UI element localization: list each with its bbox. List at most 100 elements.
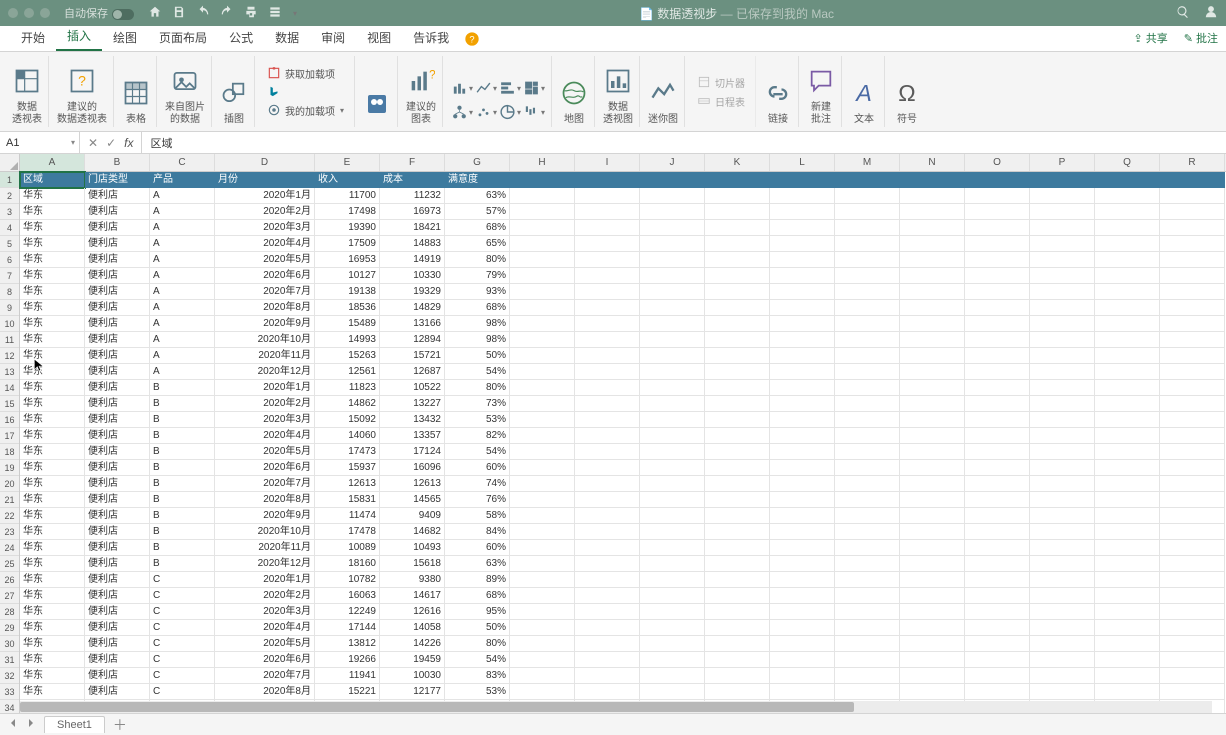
data-cell[interactable] [835,668,900,684]
data-cell[interactable]: 10030 [380,668,445,684]
data-cell[interactable]: 19329 [380,284,445,300]
data-cell[interactable] [640,284,705,300]
data-cell[interactable] [575,540,640,556]
data-cell[interactable]: 17498 [315,204,380,220]
data-cell[interactable]: B [150,412,215,428]
data-cell[interactable] [705,412,770,428]
data-cell[interactable] [575,268,640,284]
data-cell[interactable]: 2020年7月 [215,668,315,684]
data-cell[interactable]: 74% [445,476,510,492]
data-cell[interactable]: 12613 [315,476,380,492]
col-header[interactable]: E [315,154,380,171]
data-cell[interactable]: 58% [445,508,510,524]
data-cell[interactable] [510,236,575,252]
data-cell[interactable] [770,492,835,508]
data-cell[interactable] [1160,428,1225,444]
header-cell[interactable]: 成本 [380,172,445,188]
data-cell[interactable]: 华东 [20,556,85,572]
col-header[interactable]: Q [1095,154,1160,171]
data-cell[interactable] [835,236,900,252]
data-cell[interactable]: 华东 [20,604,85,620]
data-cell[interactable]: 华东 [20,380,85,396]
col-header[interactable]: B [85,154,150,171]
data-cell[interactable] [575,316,640,332]
data-cell[interactable] [1160,460,1225,476]
data-cell[interactable]: C [150,668,215,684]
data-cell[interactable] [770,220,835,236]
data-cell[interactable] [705,188,770,204]
data-cell[interactable]: 2020年3月 [215,604,315,620]
data-cell[interactable] [705,668,770,684]
data-cell[interactable] [1030,412,1095,428]
data-cell[interactable]: 便利店 [85,652,150,668]
data-cell[interactable]: 14565 [380,492,445,508]
data-cell[interactable]: 9380 [380,572,445,588]
data-cell[interactable] [835,444,900,460]
data-cell[interactable]: 2020年11月 [215,348,315,364]
data-cell[interactable] [705,364,770,380]
data-cell[interactable] [575,652,640,668]
data-cell[interactable]: 便利店 [85,284,150,300]
data-cell[interactable]: 65% [445,236,510,252]
data-cell[interactable] [705,316,770,332]
data-cell[interactable] [705,604,770,620]
data-cell[interactable] [705,204,770,220]
map-button[interactable]: 地图 [554,56,595,127]
header-cell[interactable] [1095,172,1160,188]
data-cell[interactable] [835,636,900,652]
data-cell[interactable] [835,252,900,268]
data-cell[interactable] [705,460,770,476]
data-cell[interactable] [510,220,575,236]
data-cell[interactable] [1030,668,1095,684]
data-cell[interactable] [835,556,900,572]
data-cell[interactable] [575,236,640,252]
data-cell[interactable]: 80% [445,380,510,396]
data-cell[interactable]: 13432 [380,412,445,428]
data-cell[interactable] [640,620,705,636]
data-cell[interactable] [1160,220,1225,236]
data-cell[interactable]: 12249 [315,604,380,620]
data-cell[interactable]: 10330 [380,268,445,284]
data-cell[interactable]: 2020年1月 [215,572,315,588]
data-cell[interactable] [575,668,640,684]
data-cell[interactable] [1160,492,1225,508]
data-cell[interactable] [835,364,900,380]
data-cell[interactable] [965,316,1030,332]
data-cell[interactable] [1160,348,1225,364]
data-cell[interactable]: A [150,252,215,268]
data-cell[interactable] [705,284,770,300]
data-cell[interactable]: 便利店 [85,524,150,540]
data-cell[interactable]: C [150,572,215,588]
data-cell[interactable] [510,252,575,268]
data-cell[interactable] [1095,204,1160,220]
data-cell[interactable] [900,364,965,380]
data-cell[interactable] [770,668,835,684]
cancel-icon[interactable]: ✕ [88,136,98,150]
row-header[interactable]: 12 [0,348,19,364]
data-cell[interactable] [900,252,965,268]
data-cell[interactable] [510,508,575,524]
data-cell[interactable] [705,428,770,444]
window-controls[interactable] [8,8,50,18]
data-cell[interactable] [965,284,1030,300]
data-cell[interactable]: B [150,508,215,524]
data-cell[interactable]: 10782 [315,572,380,588]
data-cell[interactable]: 63% [445,556,510,572]
data-cell[interactable] [1030,508,1095,524]
data-cell[interactable] [705,268,770,284]
data-cell[interactable]: 18421 [380,220,445,236]
data-cell[interactable] [900,620,965,636]
data-cell[interactable]: B [150,492,215,508]
data-cell[interactable] [1030,364,1095,380]
data-cell[interactable] [835,188,900,204]
data-cell[interactable]: 80% [445,636,510,652]
data-cell[interactable] [1160,684,1225,700]
add-sheet-button[interactable]: ＋ [113,715,127,735]
data-cell[interactable] [1095,268,1160,284]
data-cell[interactable] [510,364,575,380]
data-cell[interactable] [575,620,640,636]
data-cell[interactable] [770,540,835,556]
data-cell[interactable]: 华东 [20,428,85,444]
data-cell[interactable] [965,220,1030,236]
data-cell[interactable]: 17509 [315,236,380,252]
